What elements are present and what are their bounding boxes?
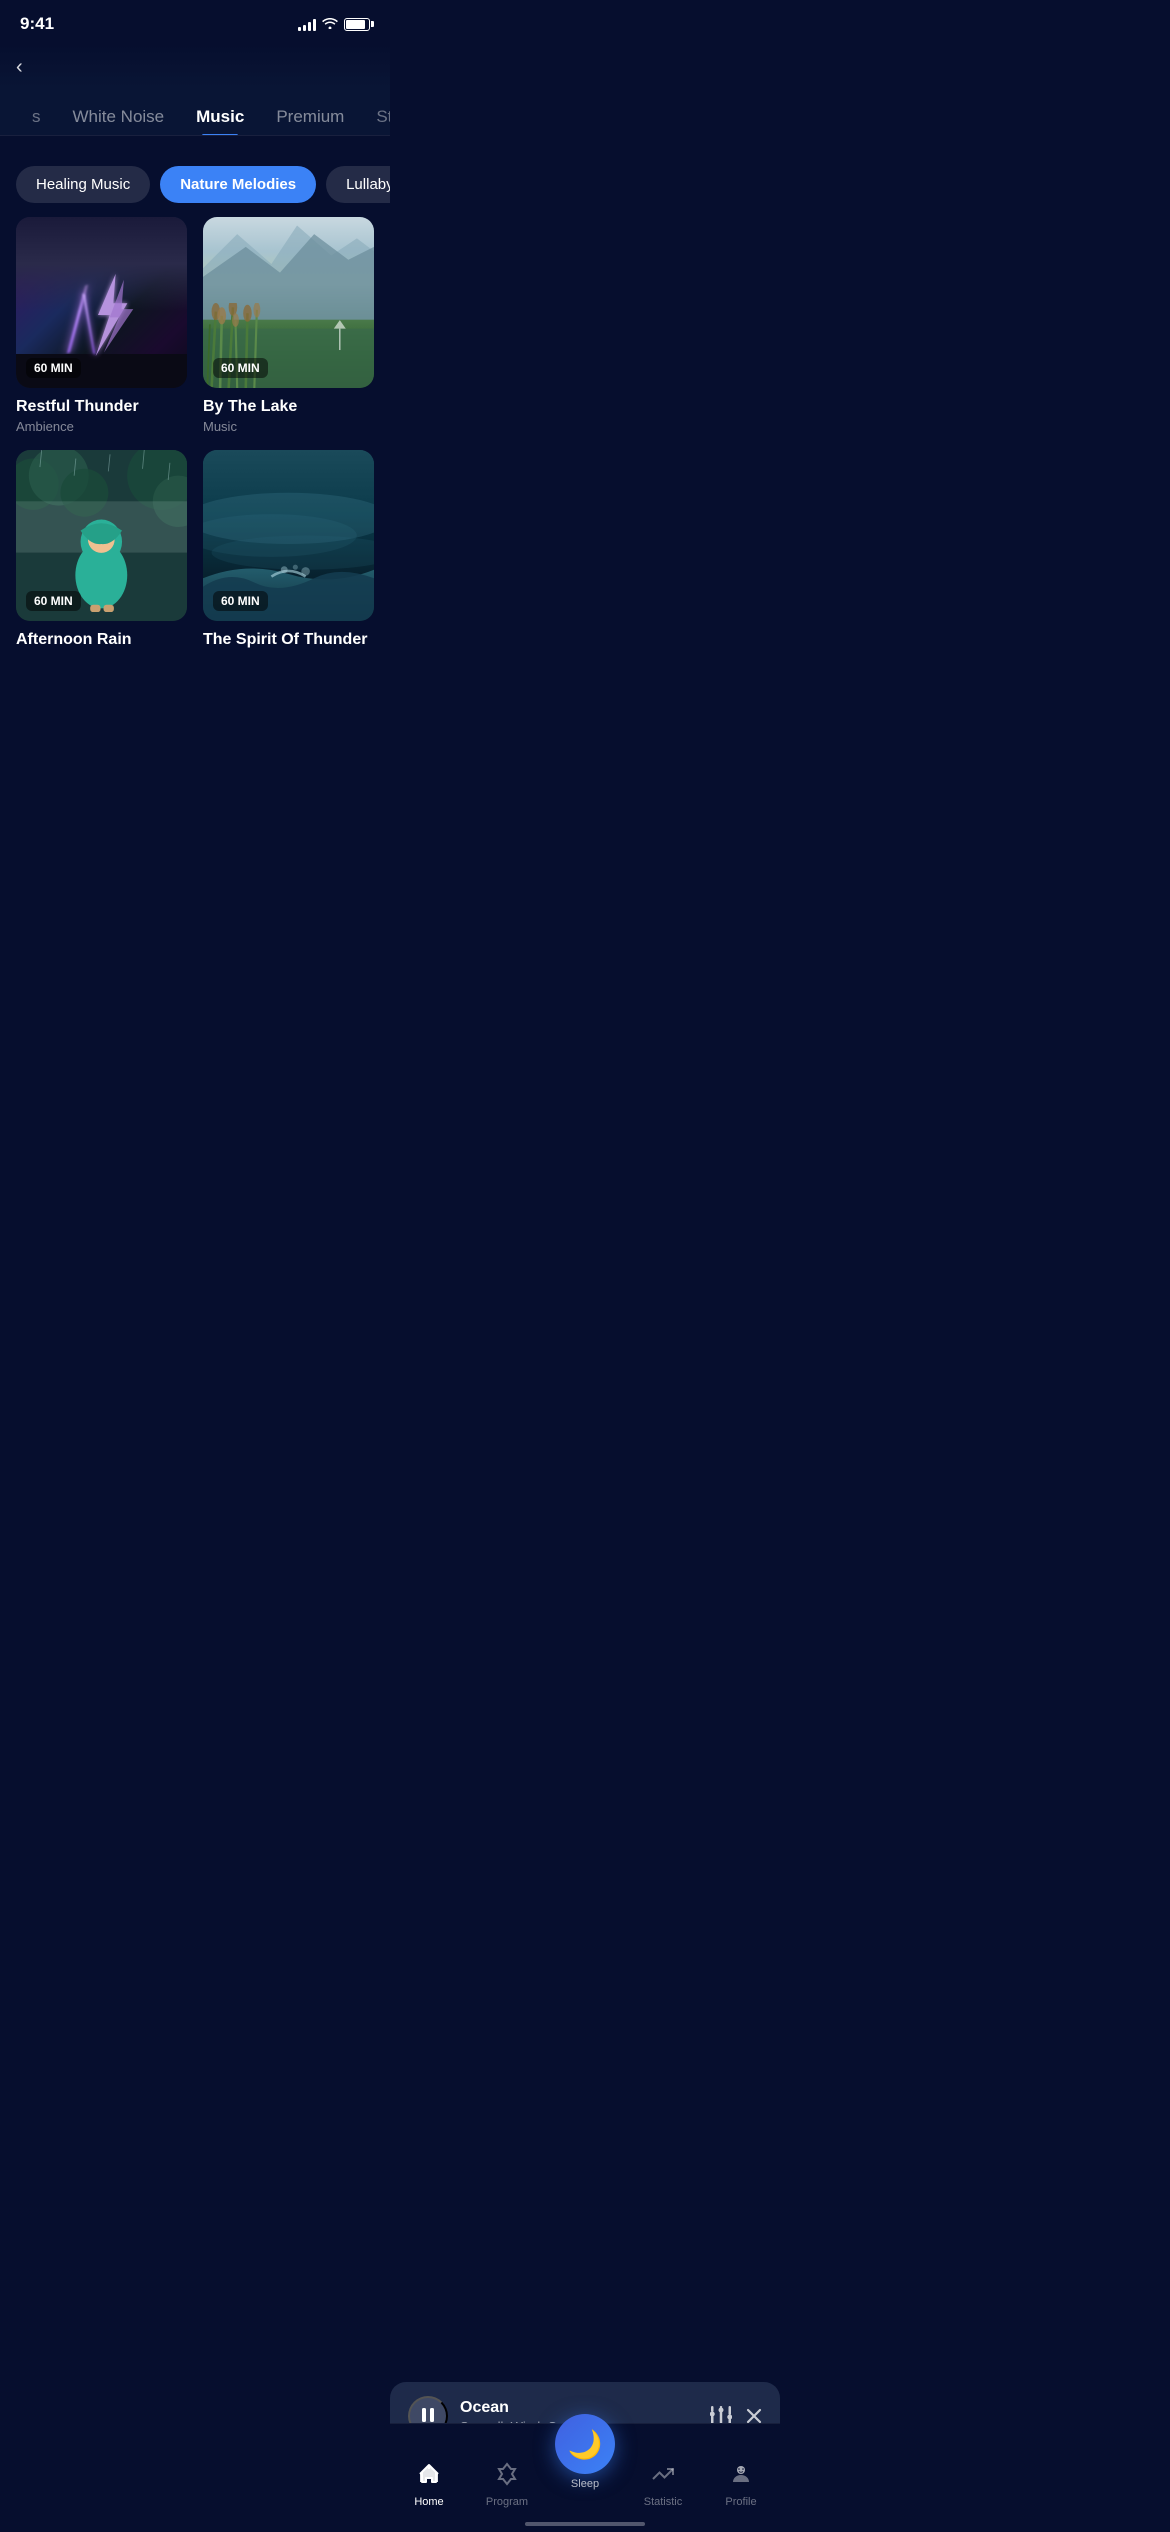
moon-icon: 🌙 <box>568 2428 603 2461</box>
music-grid: 60 MIN Restful Thunder Ambience <box>0 217 390 668</box>
category-tabs: s White Noise Music Premium Stor <box>0 87 390 135</box>
statistic-icon <box>651 2462 675 2492</box>
nav-statistic[interactable]: Statistic <box>633 2462 693 2508</box>
bottom-nav: Home Program 🌙 Sleep Statistic <box>390 2423 780 2532</box>
battery-icon <box>344 18 370 31</box>
duration-badge-lake: 60 MIN <box>213 358 268 378</box>
duration-badge-thunder: 60 MIN <box>26 358 81 378</box>
status-bar: 9:41 <box>0 0 390 44</box>
signal-icon <box>298 17 316 31</box>
pill-healing[interactable]: Healing Music <box>16 166 150 203</box>
status-icons <box>298 16 370 32</box>
sleep-circle: 🌙 <box>555 2414 615 2474</box>
close-button[interactable] <box>746 2408 762 2424</box>
profile-icon <box>729 2462 753 2492</box>
card-afternoon-rain[interactable]: 60 MIN Afternoon Rain <box>16 450 187 652</box>
card-title-thunder: Restful Thunder <box>16 398 187 416</box>
card-by-the-lake[interactable]: 60 MIN By The Lake Music <box>203 217 374 434</box>
nav-home[interactable]: Home <box>399 2462 459 2508</box>
card-spirit-thunder[interactable]: 60 MIN The Spirit Of Thunder <box>203 450 374 652</box>
pill-lullaby[interactable]: Lullaby <box>326 166 390 203</box>
back-button[interactable]: ‹ <box>16 52 31 83</box>
home-indicator <box>525 2522 645 2526</box>
nav-sleep-label: Sleep <box>571 2478 599 2490</box>
card-title-rain: Afternoon Rain <box>16 631 187 649</box>
tab-white-noise[interactable]: White Noise <box>57 99 181 135</box>
tab-stories[interactable]: Stor <box>360 99 390 135</box>
status-time: 9:41 <box>20 14 54 34</box>
nav-profile-label: Profile <box>725 2496 756 2508</box>
card-restful-thunder[interactable]: 60 MIN Restful Thunder Ambience <box>16 217 187 434</box>
card-title-spirit: The Spirit Of Thunder <box>203 631 374 649</box>
pill-nature[interactable]: Nature Melodies <box>160 166 316 203</box>
home-icon <box>417 2462 441 2492</box>
tab-music[interactable]: Music <box>180 99 260 135</box>
tab-underline <box>0 135 390 136</box>
nav-profile[interactable]: Profile <box>711 2462 771 2508</box>
card-subtitle-thunder: Ambience <box>16 419 187 434</box>
nav-program[interactable]: Program <box>477 2462 537 2508</box>
program-icon <box>495 2462 519 2492</box>
card-title-lake: By The Lake <box>203 398 374 416</box>
wifi-icon <box>322 16 338 32</box>
nav-sleep[interactable]: 🌙 Sleep <box>555 2414 615 2490</box>
filter-pills: Healing Music Nature Melodies Lullaby Bi… <box>0 152 390 217</box>
nav-program-label: Program <box>486 2496 528 2508</box>
duration-badge-spirit: 60 MIN <box>213 591 268 611</box>
duration-badge-rain: 60 MIN <box>26 591 81 611</box>
top-nav: ‹ <box>0 44 390 87</box>
nav-statistic-label: Statistic <box>644 2496 683 2508</box>
tab-premium[interactable]: Premium <box>260 99 360 135</box>
tab-sounds[interactable]: s <box>16 99 57 135</box>
nav-home-label: Home <box>414 2496 443 2508</box>
card-subtitle-lake: Music <box>203 419 374 434</box>
